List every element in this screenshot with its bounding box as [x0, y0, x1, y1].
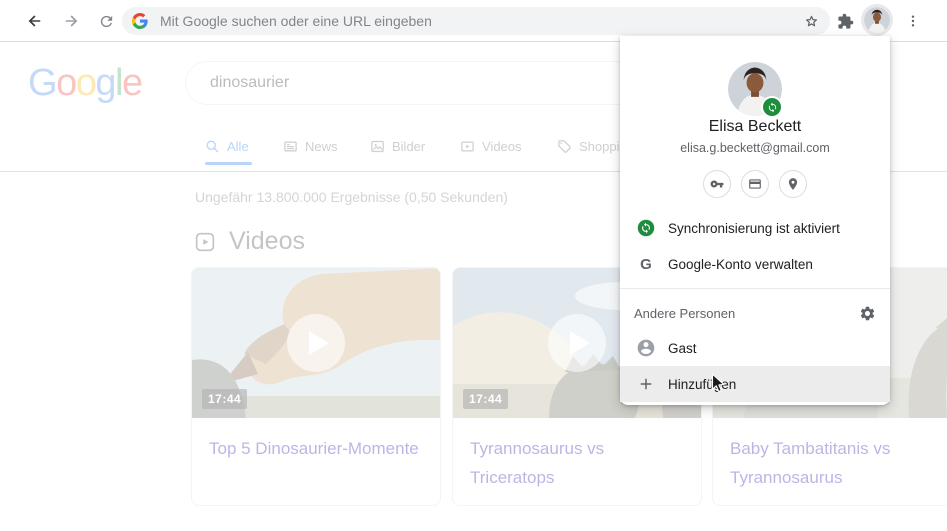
manage-account-label: Google-Konto verwalten: [668, 256, 813, 272]
sync-status-item[interactable]: Synchronisierung ist aktiviert: [620, 210, 890, 246]
image-icon: [371, 140, 384, 152]
logo-letter: o: [56, 62, 77, 104]
sync-on-icon: [634, 219, 658, 237]
play-button[interactable]: [548, 314, 606, 372]
guest-label: Gast: [668, 340, 697, 356]
credit-card-icon: [749, 179, 761, 189]
location-pin-icon: [788, 178, 798, 190]
bookmark-star-icon[interactable]: [803, 13, 820, 30]
video-icon: [461, 141, 474, 151]
logo-letter: l: [114, 62, 123, 104]
sync-status-label: Synchronisierung ist aktiviert: [668, 220, 840, 236]
video-thumbnail[interactable]: 17:44: [192, 268, 440, 418]
play-icon: [309, 331, 329, 355]
google-logo: Google: [28, 62, 143, 105]
url-placeholder-text: Mit Google suchen oder eine URL eingeben: [160, 13, 432, 29]
extensions-button[interactable]: [832, 8, 858, 34]
video-duration: 17:44: [202, 389, 248, 409]
menu-divider: [620, 288, 890, 289]
browser-menu-button[interactable]: [900, 8, 926, 34]
guest-avatar-icon: [634, 338, 658, 358]
news-icon: [284, 141, 297, 151]
other-people-label: Andere Personen: [634, 305, 736, 321]
tab-bilder[interactable]: Bilder: [370, 137, 425, 155]
tag-icon: [558, 139, 571, 153]
guest-item[interactable]: Gast: [620, 330, 890, 366]
search-icon: [206, 140, 219, 153]
addresses-button[interactable]: [779, 170, 807, 198]
manage-account-item[interactable]: G Google-Konto verwalten: [620, 246, 890, 282]
logo-letter: g: [95, 62, 116, 104]
results-stats: Ungefähr 13.800.000 Ergebnisse (0,50 Sek…: [195, 189, 508, 205]
profile-menu: Elisa Beckett elisa.g.beckett@gmail.com …: [620, 36, 890, 405]
reload-button[interactable]: [93, 8, 119, 34]
search-query-text: dinosaurier: [210, 74, 290, 91]
tab-label: Videos: [482, 138, 522, 154]
payment-methods-button[interactable]: [741, 170, 769, 198]
profile-avatar-button[interactable]: [864, 7, 890, 33]
tab-alle[interactable]: Alle: [205, 137, 249, 155]
logo-letter: o: [75, 62, 97, 104]
address-bar[interactable]: Mit Google suchen oder eine URL eingeben: [122, 7, 830, 35]
mouse-cursor: [711, 373, 725, 393]
video-title[interactable]: Baby Tambatitanis vs Tyrannosaurus: [713, 418, 947, 492]
logo-letter: G: [28, 62, 58, 104]
other-people-section-header: Andere Personen: [620, 294, 890, 332]
reload-icon: [100, 15, 112, 27]
back-button[interactable]: [22, 8, 48, 34]
play-icon: [570, 331, 590, 355]
selected-tab-underline: [205, 162, 252, 165]
video-title[interactable]: Top 5 Dinosaurier-Momente: [192, 418, 440, 463]
passwords-button[interactable]: [703, 170, 731, 198]
google-g-icon: [132, 13, 148, 29]
google-g-gray-icon: G: [640, 255, 652, 273]
account-email: elisa.g.beckett@gmail.com: [680, 141, 830, 155]
forward-arrow-icon: [65, 15, 78, 27]
manage-people-button[interactable]: [859, 305, 876, 322]
account-shortcut-row: [620, 170, 890, 198]
tab-videos[interactable]: Videos: [460, 137, 522, 155]
video-duration: 17:44: [463, 389, 509, 409]
add-person-item[interactable]: Hinzufügen: [620, 366, 890, 402]
back-arrow-icon: [28, 15, 41, 27]
videos-section-header: Videos: [195, 227, 305, 256]
videos-section-title: Videos: [229, 227, 305, 255]
three-dot-menu-icon: [911, 15, 915, 27]
tab-label: News: [305, 138, 338, 154]
tab-label: Alle: [227, 138, 249, 154]
gear-icon: [860, 306, 875, 320]
video-title[interactable]: Tyrannosaurus vs Triceratops: [453, 418, 701, 492]
video-card[interactable]: 17:44 Top 5 Dinosaurier-Momente: [191, 267, 441, 506]
videos-section-icon: [195, 232, 215, 251]
tab-news[interactable]: News: [283, 137, 338, 155]
user-avatar-image: [864, 7, 890, 33]
plus-icon: [634, 375, 658, 393]
account-name: Elisa Beckett: [708, 118, 802, 135]
key-icon: [710, 180, 724, 188]
sync-badge-icon: [763, 98, 781, 116]
logo-letter: e: [121, 62, 143, 104]
tab-label: Bilder: [392, 138, 426, 154]
play-button[interactable]: [287, 314, 345, 372]
forward-button[interactable]: [58, 8, 84, 34]
puzzle-icon: [837, 13, 853, 29]
